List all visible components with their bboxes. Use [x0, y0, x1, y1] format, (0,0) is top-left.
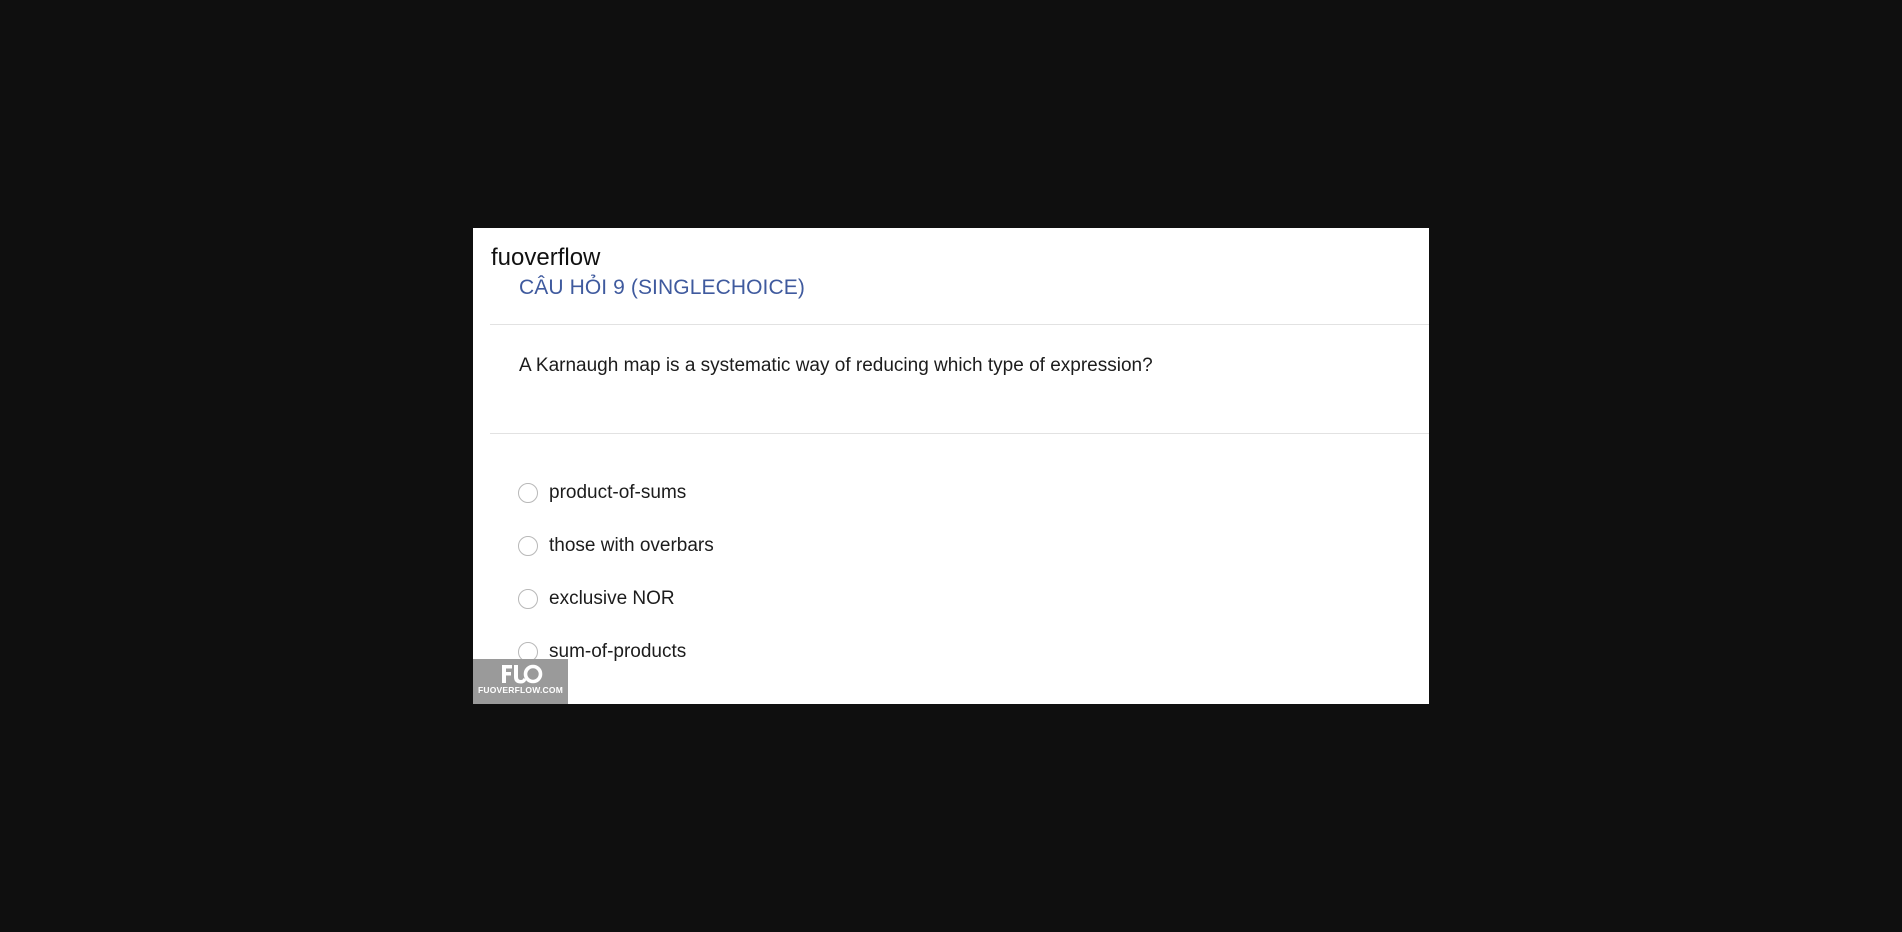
- image-viewer: fuoverflow CÂU HỎI 9 (SINGLECHOICE) A Ka…: [0, 0, 1902, 932]
- question-text: A Karnaugh map is a systematic way of re…: [519, 355, 1153, 376]
- watermark-domain: FUOVERFLOW.COM: [478, 685, 563, 695]
- question-page: fuoverflow CÂU HỎI 9 (SINGLECHOICE) A Ka…: [473, 228, 1429, 704]
- question-divider: [490, 433, 1429, 434]
- answer-option[interactable]: product-of-sums: [518, 466, 714, 519]
- answer-options: product-of-sums those with overbars excl…: [518, 466, 714, 678]
- title-divider: [490, 324, 1429, 325]
- answer-option[interactable]: exclusive NOR: [518, 572, 714, 625]
- answer-option-label: product-of-sums: [549, 481, 687, 503]
- watermark-logo: FUOVERFLOW.COM: [473, 659, 568, 704]
- radio-button[interactable]: [518, 535, 538, 556]
- answer-option-label: sum-of-products: [549, 640, 687, 662]
- answer-option[interactable]: those with overbars: [518, 519, 714, 572]
- radio-button[interactable]: [518, 588, 538, 609]
- radio-button[interactable]: [518, 482, 538, 503]
- question-title: CÂU HỎI 9 (SINGLECHOICE): [519, 276, 805, 299]
- answer-option-label: exclusive NOR: [549, 587, 675, 609]
- site-name: fuoverflow: [491, 244, 601, 271]
- fuo-logo-icon: [501, 664, 542, 684]
- answer-option-label: those with overbars: [549, 534, 714, 556]
